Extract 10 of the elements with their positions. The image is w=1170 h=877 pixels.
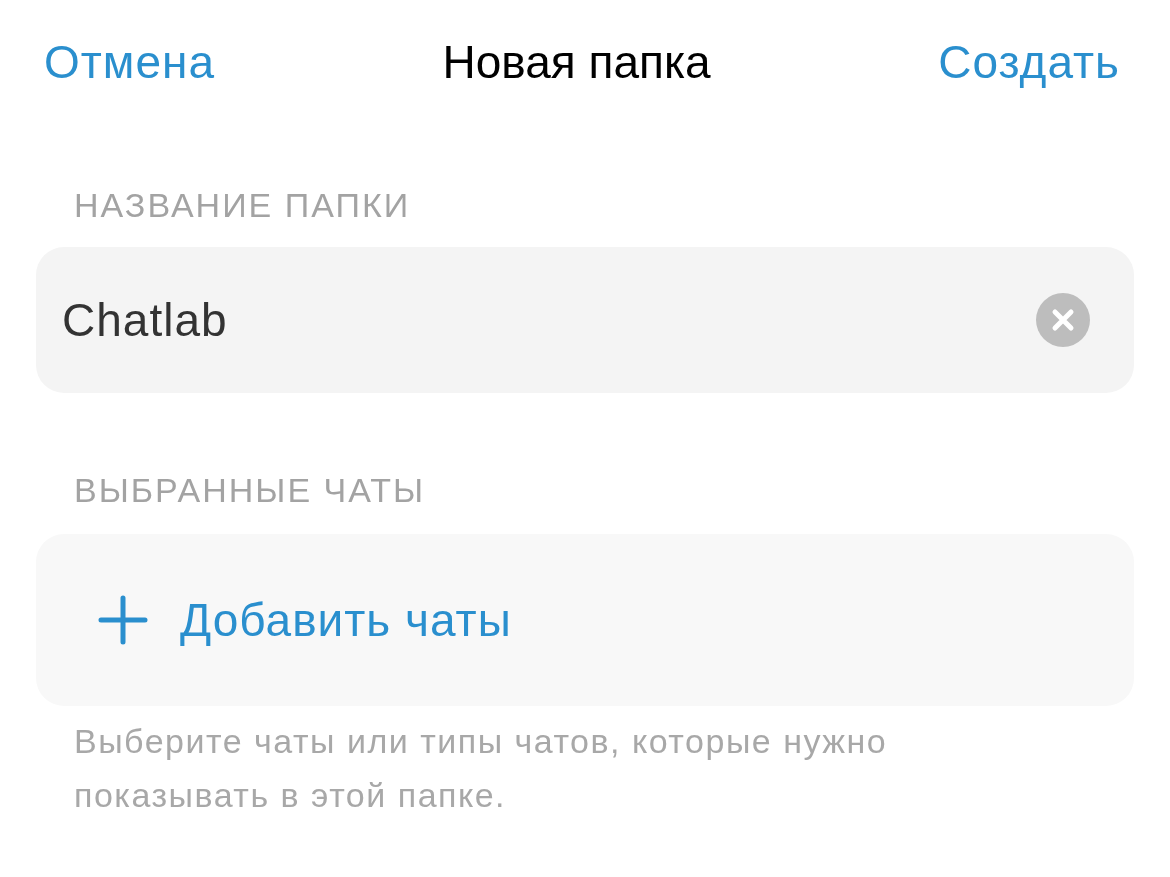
clear-icon[interactable] <box>1035 292 1091 348</box>
cancel-button[interactable]: Отмена <box>44 35 216 89</box>
folder-name-field[interactable]: Chatlab <box>36 247 1134 393</box>
screen-title: Новая папка <box>442 35 711 89</box>
section-label: НАЗВАНИЕ ПАПКИ <box>73 186 412 225</box>
section-label: ВЫБРАННЫЕ ЧАТЫ <box>73 471 427 510</box>
create-button[interactable]: Создать <box>938 35 1120 89</box>
hint-text: Выберите чаты или типы чатов, которые нужно показывать в этой папке. <box>73 721 889 816</box>
add-chats-button[interactable]: Добавить чаты <box>98 593 512 647</box>
plus-icon <box>98 595 148 645</box>
